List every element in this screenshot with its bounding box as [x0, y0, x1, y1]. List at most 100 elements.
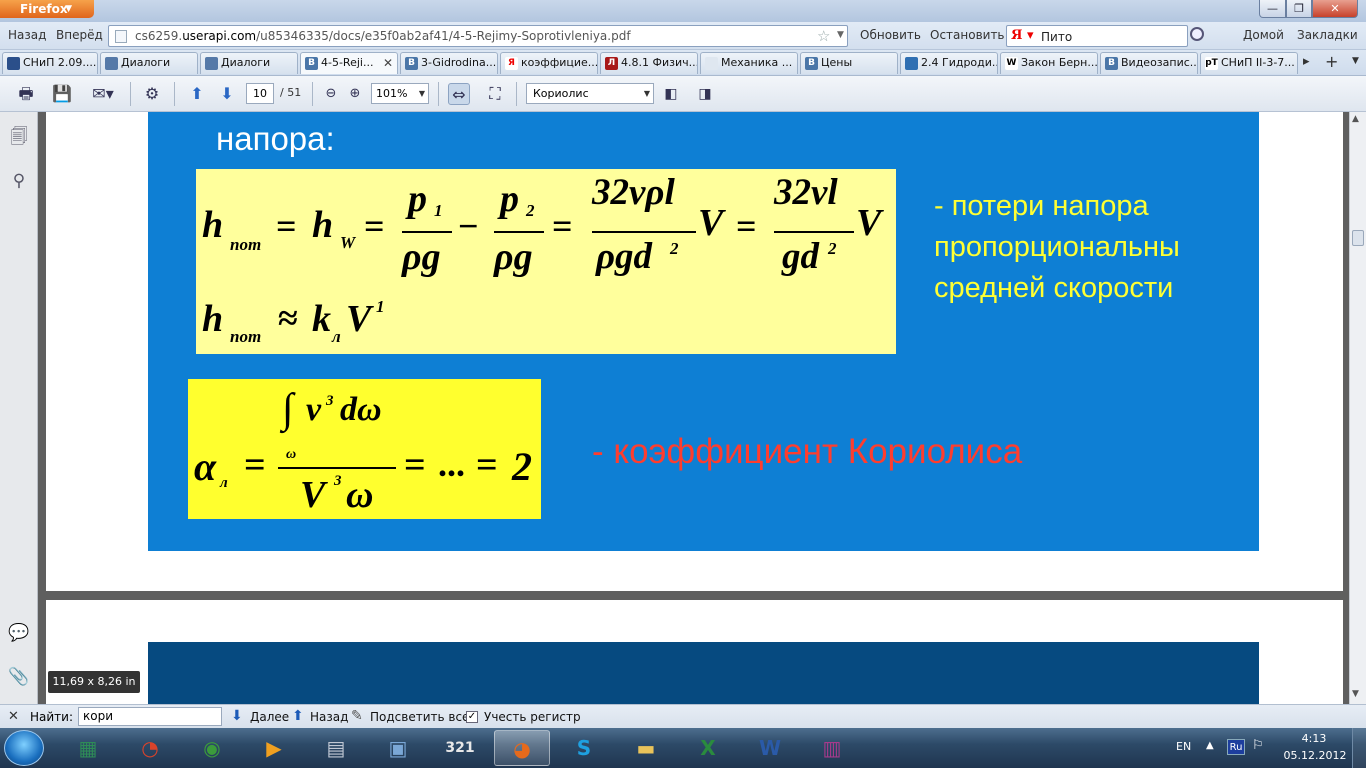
close-tab-icon[interactable]: ✕	[383, 53, 393, 73]
next-page-icon[interactable]: ⬇	[216, 83, 238, 105]
tab-list-icon[interactable]: ▼	[1352, 56, 1359, 66]
calculator-icon[interactable]: ▤	[308, 730, 364, 766]
fit-page-icon[interactable]: ⛶	[484, 83, 506, 105]
tab[interactable]: B Цены	[800, 52, 898, 74]
tab[interactable]: Диалоги	[200, 52, 298, 74]
explorer-icon[interactable]: ▬	[618, 730, 674, 766]
comments-icon[interactable]: 💬	[8, 622, 30, 644]
ime-indicator[interactable]: Ru	[1227, 739, 1245, 755]
app-glyph: X	[700, 736, 716, 760]
winrar-icon[interactable]: ▥	[804, 730, 860, 766]
zoom-out-icon[interactable]: ⊖	[320, 83, 342, 105]
tab[interactable]: B 3-Gidrodina...	[400, 52, 498, 74]
tab[interactable]: Диалоги	[100, 52, 198, 74]
search-input[interactable]: Пито	[1041, 30, 1072, 44]
bookmarks-menu[interactable]: Закладки	[1297, 28, 1358, 42]
save-icon[interactable]: 💾	[51, 83, 73, 105]
find-input[interactable]: кори	[78, 707, 222, 726]
yandex-icon[interactable]: Я ▾	[1011, 28, 1034, 43]
search-icon[interactable]	[1190, 27, 1204, 41]
chrome-icon[interactable]: ◉	[184, 730, 240, 766]
prev-page-icon[interactable]: ⬆	[186, 83, 208, 105]
pdf-page: напора: h пот = h W = p 1 ρg − p 2 ρg = …	[46, 112, 1343, 591]
tab[interactable]: Механика ...	[700, 52, 798, 74]
clock-date[interactable]: 05.12.2012	[1283, 749, 1347, 762]
app-glyph: ▥	[822, 736, 842, 760]
media-player-icon[interactable]: ▶	[246, 730, 302, 766]
language-indicator[interactable]: EN	[1176, 740, 1191, 753]
stop-button[interactable]: Остановить	[930, 28, 1005, 42]
excel-icon[interactable]: X	[680, 730, 736, 766]
zoom-in-icon[interactable]: ⊕	[344, 83, 366, 105]
clock-time[interactable]: 4:13	[1290, 732, 1338, 745]
url-dropdown-icon[interactable]: ▼	[837, 30, 844, 40]
binoculars-icon[interactable]: ⚲	[8, 170, 30, 192]
network-icon[interactable]: ⚐	[1252, 738, 1264, 753]
kmplayer-icon[interactable]: ▣	[370, 730, 426, 766]
tab-active[interactable]: B 4-5-Reji... ✕	[300, 52, 398, 74]
find-next-button[interactable]: Далее	[250, 710, 289, 724]
tab[interactable]: B Видеозапис...	[1100, 52, 1198, 74]
find-next-icon[interactable]: ◨	[694, 83, 716, 105]
maximize-button[interactable]: ❐	[1286, 0, 1312, 18]
print-icon[interactable]: 🖶	[15, 83, 37, 105]
tab[interactable]: W Закон Берн...	[1000, 52, 1098, 74]
media-classic-icon[interactable]: 321	[432, 730, 488, 766]
tab-favicon	[905, 57, 918, 70]
close-find-icon[interactable]: ✕	[8, 709, 19, 724]
tray-expand-icon[interactable]: ▲	[1206, 740, 1214, 751]
pages-panel-icon[interactable]: 🗐	[8, 126, 30, 148]
zoom-select[interactable]: 101% ▼	[371, 83, 429, 104]
losses-note: - потери напора пропорциональны средней …	[934, 186, 1180, 309]
home-button[interactable]: Домой	[1243, 28, 1284, 42]
fraction-bar	[278, 467, 396, 469]
find-label: Найти:	[30, 710, 74, 724]
attachments-icon[interactable]: 📎	[8, 666, 30, 688]
scroll-up-icon[interactable]: ▲	[1352, 114, 1359, 124]
match-case-checkbox[interactable]: ✓	[466, 711, 478, 723]
address-bar[interactable]: cs6259.userapi.com/u85346335/docs/e35f0a…	[108, 25, 848, 47]
tab[interactable]: Л 4.8.1 Физич...	[600, 52, 698, 74]
scroll-thumb[interactable]	[1352, 230, 1364, 246]
email-icon[interactable]: ✉▾	[86, 83, 120, 105]
scroll-down-icon[interactable]: ▼	[1352, 689, 1359, 699]
search-box[interactable]: Я ▾ Пито	[1006, 25, 1188, 47]
minimize-button[interactable]: —	[1259, 0, 1286, 18]
start-button[interactable]	[4, 730, 44, 766]
url-path: /u85346335/docs/e35f0ab2af41/4-5-Rejimy-…	[256, 29, 631, 43]
tab-scroll-right-icon[interactable]: ▸	[1303, 54, 1310, 69]
word-icon[interactable]: W	[742, 730, 798, 766]
tab-favicon	[205, 57, 218, 70]
vertical-scrollbar[interactable]: ▲ ▼	[1349, 112, 1366, 704]
app-glyph: ◕	[513, 737, 531, 761]
tab[interactable]: СНиП 2.09....	[2, 52, 98, 74]
close-window-button[interactable]: ✕	[1312, 0, 1358, 18]
tab-favicon	[705, 57, 718, 70]
document-viewport[interactable]: напора: h пот = h W = p 1 ρg − p 2 ρg = …	[38, 112, 1349, 704]
refresh-button[interactable]: Обновить	[860, 28, 921, 42]
tab[interactable]: Якоэффицие...	[500, 52, 598, 74]
cccleaner-icon[interactable]: ◔	[122, 730, 178, 766]
skype-icon[interactable]: S	[556, 730, 612, 766]
highlighter-icon[interactable]: ✎	[351, 708, 363, 724]
find-prev-button[interactable]: Назад	[310, 710, 348, 724]
page-number-input[interactable]: 10	[246, 83, 274, 104]
show-desktop-button[interactable]	[1352, 728, 1366, 768]
firefox-icon[interactable]: ◕	[494, 730, 550, 766]
new-tab-icon[interactable]: +	[1325, 52, 1338, 71]
arrow-up-icon[interactable]: ⬆	[292, 708, 304, 724]
arrow-down-icon[interactable]: ⬇	[231, 708, 243, 724]
collaboration-icon[interactable]: ⚙	[141, 83, 163, 105]
bookmark-star-icon[interactable]: ☆	[817, 27, 830, 45]
fit-width-icon[interactable]: ⇔	[448, 83, 470, 105]
firefox-menu-button[interactable]: Firefox ▼	[0, 0, 94, 18]
match-case-label: Учесть регистр	[484, 710, 581, 724]
find-prev-icon[interactable]: ◧	[660, 83, 682, 105]
tab[interactable]: pT СНиП II-3-7...	[1200, 52, 1298, 74]
task-manager-icon[interactable]: ▦	[60, 730, 116, 766]
pdf-find-input[interactable]: Кориолис ▼	[526, 83, 654, 104]
forward-button[interactable]: Вперёд	[56, 28, 103, 42]
back-button[interactable]: Назад	[8, 28, 46, 42]
highlight-all-button[interactable]: Подсветить все	[370, 710, 469, 724]
tab[interactable]: 2.4 Гидроди...	[900, 52, 998, 74]
